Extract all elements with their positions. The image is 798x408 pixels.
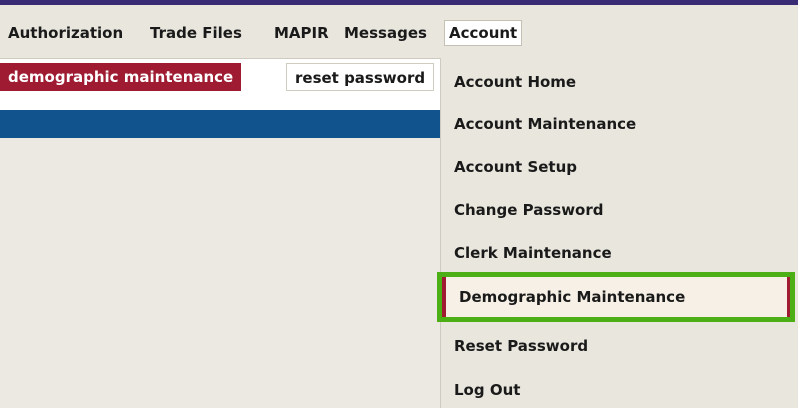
account-dropdown-menu: Account Home Account Maintenance Account… <box>437 58 798 408</box>
menu-item-clerk-maintenance[interactable]: Clerk Maintenance <box>441 235 798 271</box>
menu-messages[interactable]: Messages <box>340 21 431 45</box>
menu-item-account-home[interactable]: Account Home <box>441 64 798 100</box>
menu-item-account-maintenance[interactable]: Account Maintenance <box>441 106 798 142</box>
tab-reset-password[interactable]: reset password <box>286 63 435 91</box>
content-area <box>0 138 440 408</box>
menu-item-reset-password[interactable]: Reset Password <box>441 328 798 364</box>
menu-account[interactable]: Account <box>444 20 523 46</box>
tab-demographic-maintenance[interactable]: demographic maintenance <box>0 63 242 91</box>
menu-item-demographic-maintenance[interactable]: Demographic Maintenance <box>437 272 795 322</box>
menu-item-change-password[interactable]: Change Password <box>441 192 798 228</box>
menu-item-account-setup[interactable]: Account Setup <box>441 149 798 185</box>
main-menubar: Authorization Trade Files MAPIR Messages… <box>0 5 798 59</box>
section-header-bar <box>0 110 440 138</box>
menu-item-demographic-maintenance-label: Demographic Maintenance <box>442 277 790 317</box>
menu-item-log-out[interactable]: Log Out <box>441 372 798 408</box>
menu-authorization[interactable]: Authorization <box>4 21 127 45</box>
menu-mapir[interactable]: MAPIR <box>270 21 333 45</box>
menu-trade-files[interactable]: Trade Files <box>146 21 246 45</box>
